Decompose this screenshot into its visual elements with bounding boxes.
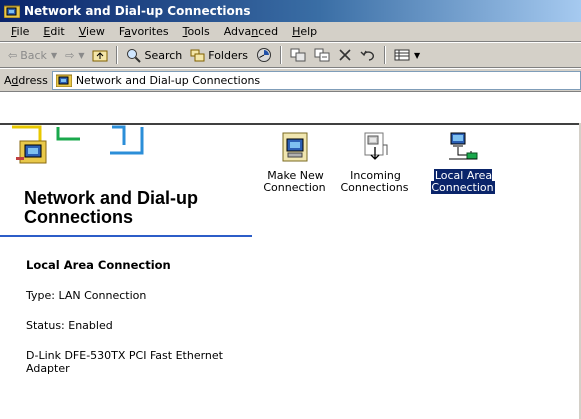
folders-icon [190, 49, 205, 62]
toolbar-separator [116, 46, 119, 64]
incoming-connections-icon [364, 132, 388, 160]
search-button[interactable]: Search [122, 44, 186, 66]
undo-icon [360, 50, 374, 61]
address-label: Address [4, 73, 48, 87]
chevron-down-icon[interactable]: ▼ [78, 51, 84, 60]
make-new-connection-item[interactable]: Make New Connection [260, 131, 330, 194]
incoming-connections-label: Incoming Connections [340, 169, 409, 194]
address-bar: Address Network and Dial-up Connections [0, 68, 581, 92]
menu-bar: File Edit View Favorites Tools Advanced … [0, 22, 581, 42]
web-view-pane: Network and Dial-up Connections Local Ar… [0, 125, 260, 419]
connection-type: Type: LAN Connection [26, 289, 147, 302]
menu-file[interactable]: File [4, 25, 36, 38]
history-button[interactable] [252, 44, 276, 66]
make-new-connection-label: Make New Connection [263, 169, 326, 194]
folders-button[interactable]: Folders [186, 44, 252, 66]
delete-icon [339, 49, 351, 61]
views-icon [394, 49, 410, 61]
move-to-icon [290, 48, 306, 62]
folder-view: Network and Dial-up Connections Local Ar… [0, 123, 581, 419]
views-button[interactable]: ▼ [390, 44, 424, 66]
banner-graphic [12, 125, 144, 164]
toolbar-separator [280, 46, 282, 64]
menu-advanced[interactable]: Advanced [217, 25, 285, 38]
address-value: Network and Dial-up Connections [75, 73, 261, 87]
history-icon [257, 48, 271, 62]
up-folder-icon [92, 50, 108, 62]
up-folder-button[interactable] [88, 44, 112, 66]
menu-help[interactable]: Help [285, 25, 324, 38]
undo-button[interactable] [356, 44, 380, 66]
make-new-connection-icon [282, 132, 308, 162]
local-area-connection-label: Local Area Connection [431, 169, 495, 194]
chevron-down-icon[interactable]: ▼ [51, 51, 57, 60]
copy-to-button[interactable] [310, 44, 334, 66]
toolbar-separator [384, 46, 386, 64]
search-icon [127, 48, 142, 63]
selected-item-name: Local Area Connection [26, 258, 171, 272]
device-name: D-Link DFE-530TX PCI Fast Ethernet Adapt… [26, 349, 223, 375]
back-button[interactable]: ⇦ Back ▼ [4, 44, 61, 66]
forward-arrow-icon: ⇨ [65, 48, 75, 62]
chevron-down-icon: ▼ [414, 50, 421, 60]
local-area-connection-item[interactable]: Local Area Connection [428, 131, 498, 194]
menu-edit[interactable]: Edit [36, 25, 71, 38]
title-bar[interactable]: Network and Dial-up Connections [0, 0, 581, 22]
incoming-connections-item[interactable]: Incoming Connections [340, 131, 410, 194]
pane-title: Network and Dial-up Connections [24, 188, 199, 227]
address-field[interactable]: Network and Dial-up Connections [51, 70, 581, 90]
move-to-button[interactable] [286, 44, 310, 66]
delete-button[interactable] [334, 44, 356, 66]
toolbar: ⇦ Back ▼ ⇨ ▼ Search Folders ▼ [0, 42, 581, 68]
network-folder-icon [4, 5, 20, 18]
menu-tools[interactable]: Tools [176, 25, 217, 38]
forward-button[interactable]: ⇨ ▼ [61, 44, 88, 66]
menu-favorites[interactable]: Favorites [112, 25, 176, 38]
menu-view[interactable]: View [72, 25, 112, 38]
copy-to-icon [314, 48, 330, 62]
connection-status: Status: Enabled [26, 319, 113, 332]
pane-divider [0, 235, 252, 237]
back-arrow-icon: ⇦ [8, 48, 18, 62]
network-folder-icon [55, 74, 72, 87]
window-title: Network and Dial-up Connections [24, 4, 251, 18]
local-area-connection-icon [449, 132, 478, 160]
